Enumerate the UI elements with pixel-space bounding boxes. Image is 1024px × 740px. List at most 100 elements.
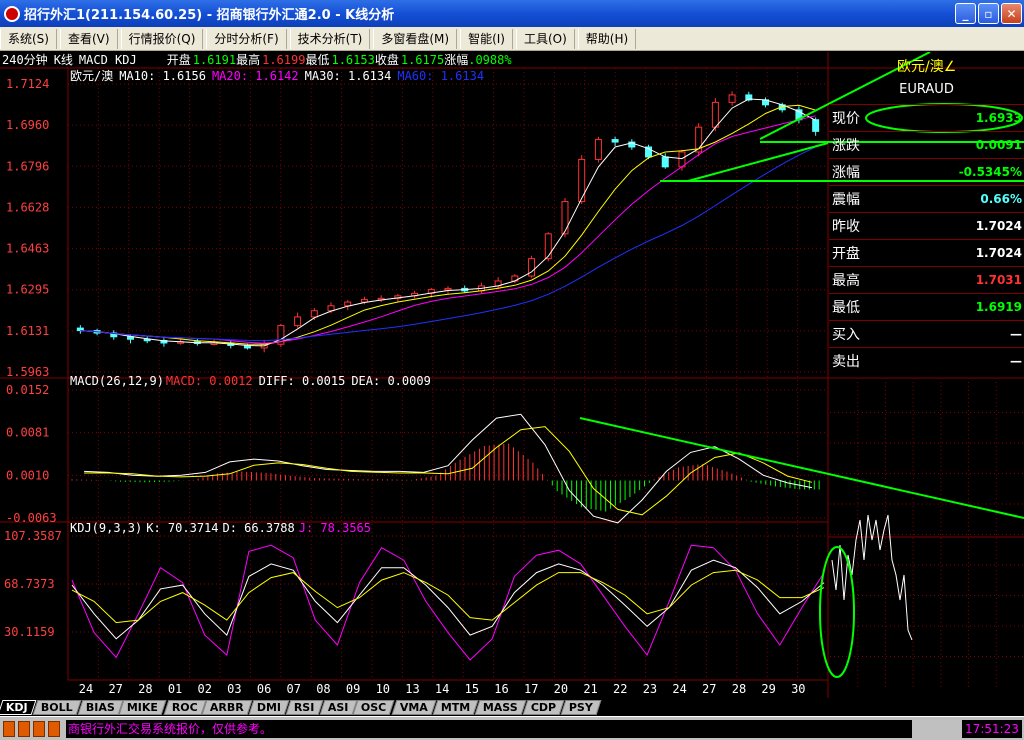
- open-label: 开盘: [167, 52, 191, 67]
- date-tick-label: 08: [316, 682, 330, 696]
- menu-bar: 系统(S) 查看(V) 行情报价(Q) 分时分析(F) 技术分析(T) 多窗看盘…: [0, 27, 1024, 51]
- tab-dmi[interactable]: DMI: [248, 700, 290, 715]
- menu-system[interactable]: 系统(S): [0, 28, 57, 49]
- tab-label: ASI: [327, 701, 349, 714]
- candle-up: [360, 299, 368, 303]
- k-value: K: 70.3714: [146, 521, 218, 535]
- header-line: 240分钟 K线 MACD KDJ 开盘 1.6191最高 1.6199最低 1.6153收…: [2, 52, 512, 67]
- menu-technical[interactable]: 技术分析(T): [289, 28, 371, 49]
- tab-osc[interactable]: OSC: [353, 700, 396, 715]
- candle-down: [611, 139, 619, 143]
- status-icon-1[interactable]: [3, 720, 15, 737]
- tab-vma[interactable]: VMA: [391, 700, 437, 715]
- ma-legend: 欧元/澳 MA10: 1.6156 MA20: 1.6142 MA30: 1.6134…: [70, 69, 484, 83]
- tab-mtm[interactable]: MTM: [432, 700, 479, 715]
- date-tick-label: 29: [761, 682, 775, 696]
- tab-kdj[interactable]: KDJ: [0, 700, 37, 715]
- ma30-label: MA30: 1.6134: [305, 69, 392, 83]
- quote-value: 1.6933: [975, 111, 1022, 125]
- kdj-tick-label: 30.1159: [4, 625, 55, 639]
- tab-rsi[interactable]: RSI: [286, 700, 324, 715]
- tab-asi[interactable]: ASI: [319, 700, 357, 715]
- minimize-button[interactable]: _: [955, 3, 976, 24]
- ma60-label: MA60: 1.6134: [397, 69, 484, 83]
- price-tick-label: 1.7124: [6, 77, 49, 91]
- status-bar: 商银行外汇交易系统报价，仅供参考。 17:51:23: [0, 716, 1024, 740]
- date-tick-label: 01: [168, 682, 182, 696]
- menu-smart[interactable]: 智能(I): [460, 28, 513, 49]
- candle-down: [661, 156, 669, 168]
- menu-help[interactable]: 帮助(H): [577, 28, 637, 49]
- tab-label: MIKE: [127, 701, 159, 714]
- menu-intraday[interactable]: 分时分析(F): [206, 28, 287, 49]
- status-icon-2[interactable]: [18, 720, 30, 737]
- menu-quotes[interactable]: 行情报价(Q): [120, 28, 204, 49]
- date-tick-label: 27: [108, 682, 122, 696]
- menu-view[interactable]: 查看(V): [59, 28, 118, 49]
- tab-label: BIAS: [85, 701, 115, 714]
- tab-label: ARBR: [210, 701, 245, 714]
- macd-legend: MACD(26,12,9) MACD: 0.0012 DIFF: 0.0015 DEA…: [70, 374, 431, 388]
- date-tick-label: 24: [672, 682, 686, 696]
- menu-multiwindow[interactable]: 多窗看盘(M): [373, 28, 458, 49]
- kdj-params: KDJ(9,3,3): [70, 521, 142, 535]
- price-tick-label: 1.6796: [6, 159, 49, 173]
- period-label: 240分钟: [2, 52, 48, 67]
- news-ticker: 商银行外汇交易系统报价，仅供参考。: [66, 719, 912, 738]
- candle-up: [444, 287, 452, 291]
- kdj-tick-label: 68.7373: [4, 577, 55, 591]
- quote-value: 0.0091: [975, 138, 1022, 152]
- price-tick-label: 1.6463: [6, 242, 49, 256]
- ma10-label: MA10: 1.6156: [119, 69, 206, 83]
- tab-label: CDP: [530, 701, 557, 714]
- date-tick-label: 28: [138, 682, 152, 696]
- close-button[interactable]: ✕: [1001, 3, 1022, 24]
- macd-tick-label: 0.0152: [6, 383, 49, 397]
- tab-label: BOLL: [40, 701, 73, 714]
- quote-row: 开盘 1.7024: [829, 239, 1024, 266]
- status-icon-3[interactable]: [33, 720, 45, 737]
- tab-mike[interactable]: MIKE: [119, 700, 167, 715]
- macd-params: MACD(26,12,9): [70, 374, 164, 388]
- menu-tools[interactable]: 工具(O): [515, 28, 575, 49]
- quote-label: 开盘: [832, 246, 860, 262]
- price-tick-label: 1.6628: [6, 200, 49, 214]
- diff-value: DIFF: 0.0015: [259, 374, 346, 388]
- quote-row: 现价 1.6933: [829, 104, 1024, 131]
- indicator-tabs: KDJ BOLL BIAS MIKE ROC ARBR DMI RSI ASI OSC VMA MTM…: [0, 698, 1024, 715]
- tab-cdp[interactable]: CDP: [522, 700, 565, 715]
- tab-boll[interactable]: BOLL: [32, 700, 81, 715]
- quote-value: -0.5345%: [958, 165, 1022, 179]
- quote-value: 1.6919: [975, 300, 1022, 314]
- date-tick-label: 16: [494, 682, 508, 696]
- change-label: 涨幅: [444, 52, 468, 67]
- pair-code: EURAUD: [899, 82, 954, 97]
- quote-label: 昨收: [832, 219, 860, 235]
- indicators-label: MACD KDJ: [79, 53, 137, 67]
- maximize-button[interactable]: ▫: [978, 3, 999, 24]
- tab-label: MASS: [483, 701, 518, 714]
- change-value: .0988%: [468, 53, 512, 67]
- date-tick-label: 02: [197, 682, 211, 696]
- tab-arbr[interactable]: ARBR: [201, 700, 253, 715]
- status-icon-4[interactable]: [48, 720, 60, 737]
- app-icon: [4, 5, 20, 22]
- tray-icons: [912, 720, 962, 738]
- quote-header: 欧元/澳∠ EURAUD: [829, 52, 1024, 104]
- ma20-label: MA20: 1.6142: [212, 69, 299, 83]
- tab-label: VMA: [399, 701, 428, 714]
- candle-up: [728, 94, 736, 103]
- low-value: 1.6153: [331, 53, 374, 67]
- tab-mass[interactable]: MASS: [474, 700, 527, 715]
- date-tick-label: 17: [524, 682, 538, 696]
- date-tick-label: 10: [376, 682, 390, 696]
- tab-label: PSY: [569, 701, 594, 714]
- quote-label: 最高: [832, 273, 860, 289]
- tab-label: ROC: [171, 701, 198, 714]
- candle-up: [294, 316, 302, 327]
- tab-roc[interactable]: ROC: [163, 700, 206, 715]
- quote-label: 涨跌: [832, 138, 860, 154]
- tab-bias[interactable]: BIAS: [77, 700, 123, 715]
- date-tick-label: 15: [465, 682, 479, 696]
- tab-psy[interactable]: PSY: [560, 700, 602, 715]
